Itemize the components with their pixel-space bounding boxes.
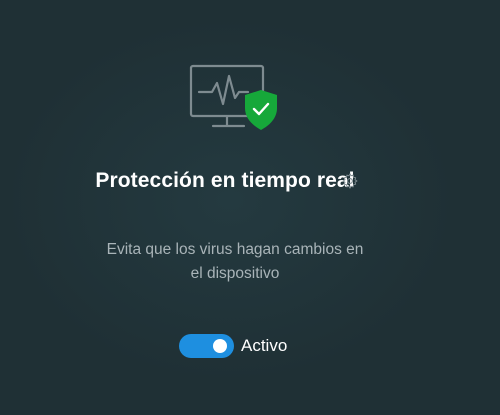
- monitor-heartbeat-shield-icon: [189, 64, 277, 130]
- toggle-knob: [213, 339, 227, 353]
- section-description: Evita que los virus hagan cambios en el …: [106, 241, 364, 282]
- protection-toggle[interactable]: [179, 334, 234, 358]
- section-title-wrap: Protección en tiempo real: [80, 166, 370, 196]
- realtime-protection-panel: Protección en tiempo real Evita que los …: [0, 0, 500, 415]
- toggle-label: Activo: [241, 336, 288, 355]
- section-title: Protección en tiempo real: [95, 169, 355, 192]
- gear-icon[interactable]: [341, 172, 359, 190]
- protection-toggle-row: Activo: [179, 333, 287, 359]
